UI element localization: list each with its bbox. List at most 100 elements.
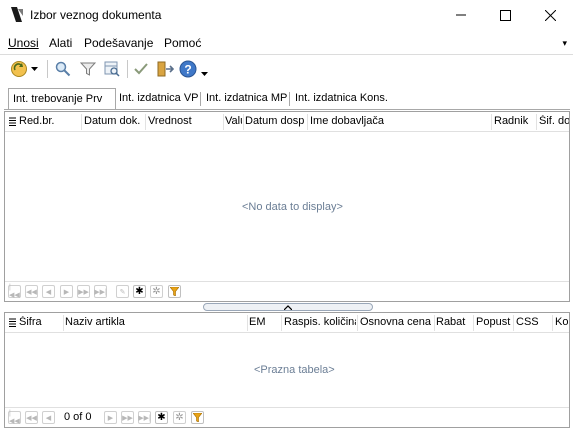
- column-radnik[interactable]: Radnik: [494, 115, 534, 127]
- last-page-button[interactable]: ▶▶|: [94, 285, 107, 298]
- help-icon: ?: [179, 60, 197, 78]
- tab-int-trebovanje-prv[interactable]: Int. trebovanje Prv: [8, 88, 116, 109]
- next-record-button[interactable]: ▶: [104, 411, 117, 424]
- next-page-button[interactable]: ▶▶: [121, 411, 134, 424]
- next-record-button[interactable]: ▶: [60, 285, 73, 298]
- new-record-button[interactable]: ✱: [155, 411, 168, 424]
- column-separator: [357, 315, 358, 331]
- filter-icon: [193, 413, 202, 422]
- column-separator: [536, 114, 537, 130]
- tab-label: Int. trebovanje Prv: [13, 93, 103, 105]
- new-record-button[interactable]: ✱: [133, 285, 146, 298]
- filter-button[interactable]: [78, 59, 98, 79]
- menu-unosi[interactable]: Unosi: [8, 36, 39, 50]
- menu-podesavanje[interactable]: Podešavanje: [84, 36, 153, 50]
- tab-label: Int. izdatnica Kons.: [295, 92, 388, 104]
- menu-overflow-icon[interactable]: ▾: [562, 38, 567, 49]
- tab-divider: [289, 92, 290, 106]
- tab-label: Int. izdatnica VP: [119, 92, 199, 104]
- column-sif-dobavljaca[interactable]: Šif. do: [539, 115, 569, 127]
- new-record-copy-button[interactable]: ✲: [150, 285, 163, 298]
- column-osnovna-cena[interactable]: Osnovna cena: [360, 316, 434, 328]
- column-ime-dobavljaca[interactable]: Ime dobavljača: [310, 115, 490, 127]
- item-grid-header: Šifra Naziv artikla EM Raspis. količina …: [5, 313, 569, 333]
- empty-grid-message: <No data to display>: [242, 201, 343, 213]
- tab-int-izdatnica-vp[interactable]: Int. izdatnica VP: [115, 90, 203, 108]
- item-grid[interactable]: Šifra Naziv artikla EM Raspis. količina …: [4, 312, 570, 428]
- app-logo-icon: [11, 7, 23, 22]
- column-chooser-icon[interactable]: [9, 117, 16, 126]
- column-naziv-artikla[interactable]: Naziv artikla: [65, 316, 245, 328]
- title-bar: Izbor veznog dokumenta: [0, 0, 573, 30]
- column-vrednost[interactable]: Vrednost: [148, 115, 223, 127]
- menu-pomoc[interactable]: Pomoć: [164, 36, 201, 50]
- edit-record-button[interactable]: ✎: [116, 285, 129, 298]
- toolbar-separator: [47, 60, 48, 78]
- tab-label: Int. izdatnica MP: [206, 92, 288, 104]
- close-icon: [544, 9, 556, 21]
- column-em[interactable]: EM: [249, 316, 281, 328]
- menu-divider: [0, 54, 573, 55]
- menu-alati[interactable]: Alati: [49, 36, 72, 50]
- maximize-button[interactable]: [482, 0, 528, 30]
- tab-baseline: [4, 109, 570, 110]
- column-datum-dosp[interactable]: Datum dosp: [245, 115, 307, 127]
- search-button[interactable]: [53, 59, 73, 79]
- confirm-check-icon: [134, 63, 148, 75]
- column-valuta[interactable]: Valu: [225, 115, 242, 127]
- column-red-br[interactable]: Red.br.: [19, 115, 81, 127]
- close-button[interactable]: [527, 0, 573, 30]
- first-page-button[interactable]: |◀◀: [8, 284, 21, 299]
- refresh-dropdown-button[interactable]: [10, 59, 40, 79]
- document-grid[interactable]: Red.br. Datum dok. Vrednost Valu Datum d…: [4, 111, 570, 302]
- column-css[interactable]: CSS: [516, 316, 552, 328]
- window-title: Izbor veznog dokumenta: [30, 8, 162, 22]
- tab-int-izdatnica-kons[interactable]: Int. izdatnica Kons.: [291, 90, 392, 108]
- exit-door-icon: [157, 61, 174, 77]
- column-separator: [243, 114, 244, 130]
- tab-divider: [200, 92, 201, 106]
- column-separator: [552, 315, 553, 331]
- minimize-button[interactable]: [438, 0, 484, 30]
- maximize-icon: [499, 9, 511, 21]
- column-datum-dok[interactable]: Datum dok.: [84, 115, 144, 127]
- column-popust[interactable]: Popust: [476, 316, 513, 328]
- prev-page-button[interactable]: ◀◀: [25, 411, 38, 424]
- column-separator: [434, 315, 435, 331]
- find-in-table-button[interactable]: [102, 59, 122, 79]
- grid-splitter[interactable]: [203, 303, 373, 311]
- column-separator: [307, 114, 308, 130]
- exit-button[interactable]: [155, 59, 175, 79]
- empty-grid-message: <Prazna tabela>: [254, 364, 335, 376]
- confirm-button[interactable]: [131, 59, 151, 79]
- find-in-table-icon: [104, 61, 120, 77]
- column-separator: [281, 315, 282, 331]
- column-rabat[interactable]: Rabat: [436, 316, 472, 328]
- last-page-button[interactable]: ▶▶|: [138, 411, 151, 424]
- document-grid-navigator: |◀◀ ◀◀ ◀ ▶ ▶▶ ▶▶| ✎ ✱ ✲: [5, 281, 569, 301]
- first-page-button[interactable]: |◀◀: [8, 410, 21, 425]
- column-separator: [491, 114, 492, 130]
- column-separator: [473, 315, 474, 331]
- column-chooser-icon[interactable]: [9, 318, 16, 327]
- prev-record-button[interactable]: ◀: [42, 411, 55, 424]
- minimize-icon: [456, 14, 466, 16]
- filter-icon: [80, 62, 96, 76]
- refresh-dropdown-icon: [11, 61, 27, 77]
- svg-text:?: ?: [184, 63, 191, 77]
- collapse-up-icon: [284, 304, 292, 310]
- new-record-copy-button[interactable]: ✲: [173, 411, 186, 424]
- document-grid-header: Red.br. Datum dok. Vrednost Valu Datum d…: [5, 112, 569, 132]
- filter-nav-button[interactable]: [168, 285, 181, 298]
- column-raspis-kolicina[interactable]: Raspis. količina: [284, 316, 356, 328]
- column-separator: [247, 315, 248, 331]
- column-sifra[interactable]: Šifra: [19, 316, 63, 328]
- item-grid-navigator: |◀◀ ◀◀ ◀ 0 of 0 ▶ ▶▶ ▶▶| ✱ ✲: [5, 407, 569, 427]
- filter-nav-button[interactable]: [191, 411, 204, 424]
- prev-record-button[interactable]: ◀: [42, 285, 55, 298]
- next-page-button[interactable]: ▶▶: [77, 285, 90, 298]
- column-kolicina[interactable]: Kol: [555, 316, 569, 328]
- prev-page-button[interactable]: ◀◀: [25, 285, 38, 298]
- tab-int-izdatnica-mp[interactable]: Int. izdatnica MP: [202, 90, 291, 108]
- help-button[interactable]: ?: [179, 59, 209, 79]
